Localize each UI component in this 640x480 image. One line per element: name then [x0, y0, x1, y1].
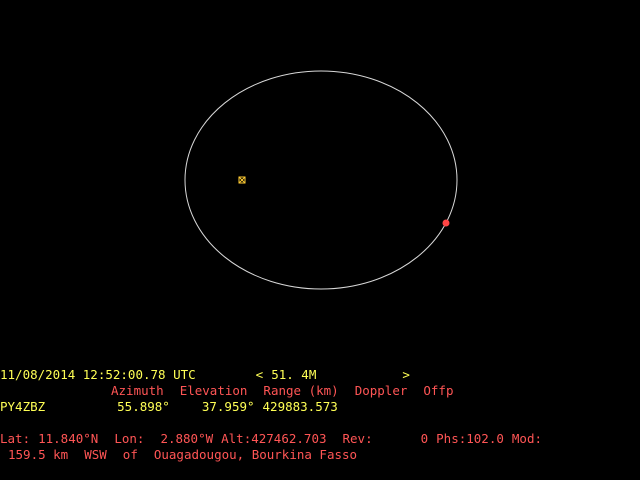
mode-value: 51. 4M: [271, 367, 317, 382]
header-elevation: Elevation: [179, 383, 248, 398]
status-line: 11/08/2014 12:52:00.78 UTC <51. 4M >: [0, 367, 410, 383]
orbit-view: [184, 70, 458, 290]
datetime: 11/08/2014 12:52:00.78 UTC: [0, 367, 196, 382]
ground-station-marker: [238, 176, 246, 184]
lon-label: Lon:: [114, 431, 145, 446]
rev-value: 0: [420, 431, 429, 446]
phs-label: Phs:: [436, 431, 467, 446]
callsign: PY4ZBZ: [0, 399, 46, 414]
header-offp: Offp: [423, 383, 454, 398]
observer-values: PY4ZBZ 55.898° 37.959° 429883.573: [0, 399, 338, 415]
mod-label: Mod:: [511, 431, 542, 446]
mode-open: <: [255, 367, 264, 382]
alt-label: Alt:: [221, 431, 252, 446]
azimuth-value: 55.898°: [117, 399, 170, 414]
satellite-marker: [442, 219, 450, 227]
range-value: 429883.573: [262, 399, 338, 414]
position-line: Lat: 11.840°N Lon: 2.880°W Alt:427462.703 Rev…: [0, 431, 542, 447]
alt-value: 427462.703: [251, 431, 327, 446]
lat-label: Lat:: [0, 431, 31, 446]
orbit-ellipse: [184, 70, 458, 290]
phs-value: 102.0: [466, 431, 504, 446]
direction-value: WSW: [84, 447, 107, 462]
header-range: Range (km): [263, 383, 339, 398]
distance-value: 159.5 km: [8, 447, 69, 462]
header-doppler: Doppler: [354, 383, 408, 398]
mode-close: >: [402, 367, 410, 382]
column-headers: Azimuth Elevation Range (km) Doppler Offp: [0, 383, 453, 399]
header-azimuth: Azimuth: [111, 383, 164, 398]
lat-value: 11.840°N: [38, 431, 99, 446]
place-name: Ouagadougou, Bourkina Fasso: [153, 447, 358, 462]
elevation-value: 37.959°: [201, 399, 255, 414]
of-label: of: [122, 447, 138, 462]
location-line: 159.5 km WSW of Ouagadougou, Bourkina Fasso: [0, 447, 357, 463]
lon-value: 2.880°W: [160, 431, 214, 446]
rev-label: Rev:: [342, 431, 373, 446]
